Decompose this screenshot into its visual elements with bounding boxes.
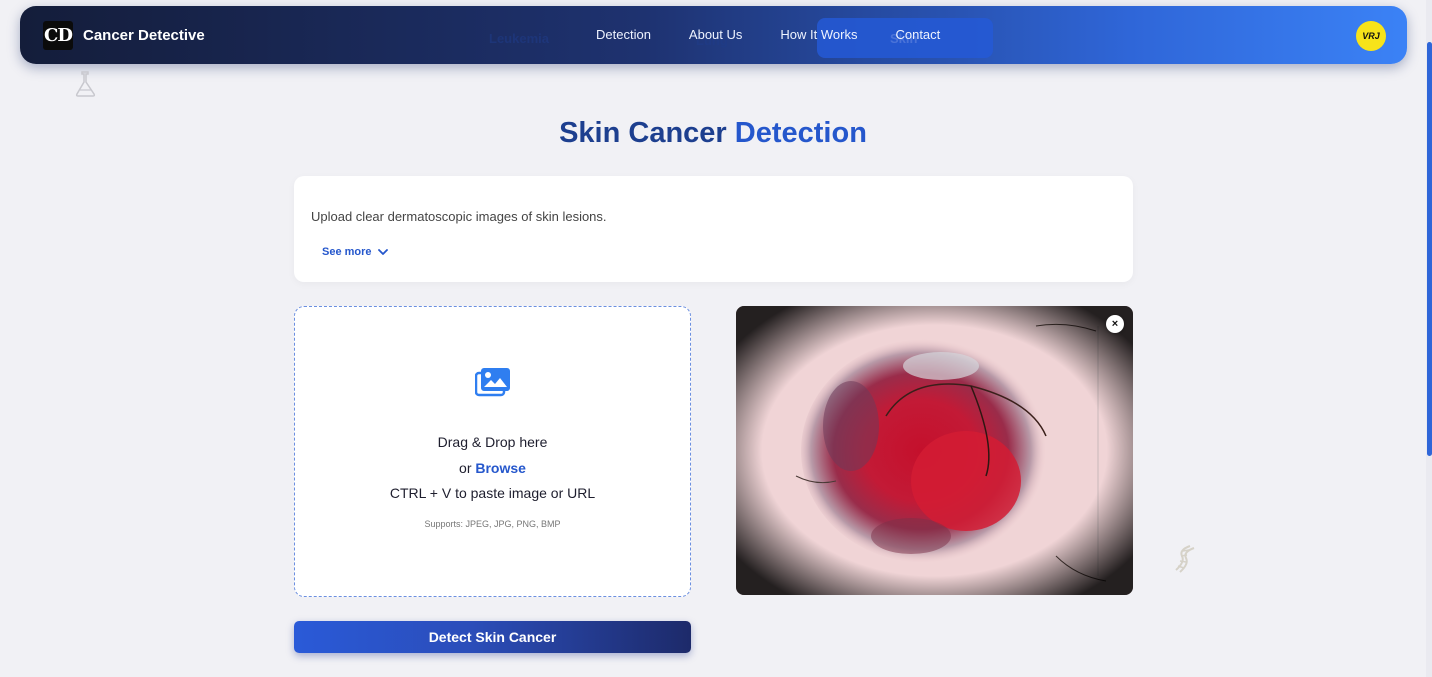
- scrollbar-thumb[interactable]: [1427, 42, 1432, 456]
- avatar[interactable]: VRJ: [1356, 21, 1386, 51]
- dropzone-title: Drag & Drop here: [437, 434, 548, 450]
- info-text: Upload clear dermatoscopic images of ski…: [311, 209, 607, 224]
- detect-skin-cancer-button[interactable]: Detect Skin Cancer: [294, 621, 691, 653]
- nav-links: Detection About Us How It Works Contact: [596, 27, 940, 42]
- skin-lesion-image: [736, 306, 1133, 595]
- nav-link-about-us[interactable]: About Us: [689, 27, 742, 42]
- remove-image-button[interactable]: ×: [1106, 315, 1124, 333]
- dna-icon: [1175, 545, 1195, 573]
- see-more-toggle[interactable]: See more: [322, 246, 388, 258]
- brand[interactable]: CD Cancer Detective: [43, 21, 205, 50]
- page-title: Skin Cancer Detection: [0, 117, 1426, 150]
- dropzone-supported-formats: Supports: JPEG, JPG, PNG, BMP: [424, 519, 561, 529]
- navbar: CD Cancer Detective Leukemia Lung Skin D…: [20, 6, 1407, 64]
- images-icon: [475, 368, 510, 397]
- ghost-nav-leukemia: Leukemia: [489, 31, 549, 46]
- image-preview: ×: [736, 306, 1133, 595]
- info-card: Upload clear dermatoscopic images of ski…: [294, 176, 1133, 282]
- brand-logo: CD: [43, 21, 73, 50]
- flask-icon: [75, 71, 96, 97]
- nav-link-detection[interactable]: Detection: [596, 27, 651, 42]
- brand-name: Cancer Detective: [83, 27, 205, 44]
- browse-link[interactable]: Browse: [475, 460, 526, 476]
- dropzone-browse-line: or Browse: [295, 460, 690, 476]
- nav-link-how-it-works[interactable]: How It Works: [780, 27, 857, 42]
- upload-dropzone[interactable]: Drag & Drop here or Browse CTRL + V to p…: [294, 306, 691, 597]
- dropzone-or: or: [459, 460, 472, 476]
- chevron-down-icon: [377, 248, 388, 255]
- page-title-accent: Detection: [734, 117, 867, 149]
- nav-link-contact[interactable]: Contact: [895, 27, 940, 42]
- see-more-label: See more: [322, 246, 372, 258]
- page-title-main: Skin Cancer: [559, 117, 727, 149]
- dropzone-paste-hint: CTRL + V to paste image or URL: [389, 485, 596, 501]
